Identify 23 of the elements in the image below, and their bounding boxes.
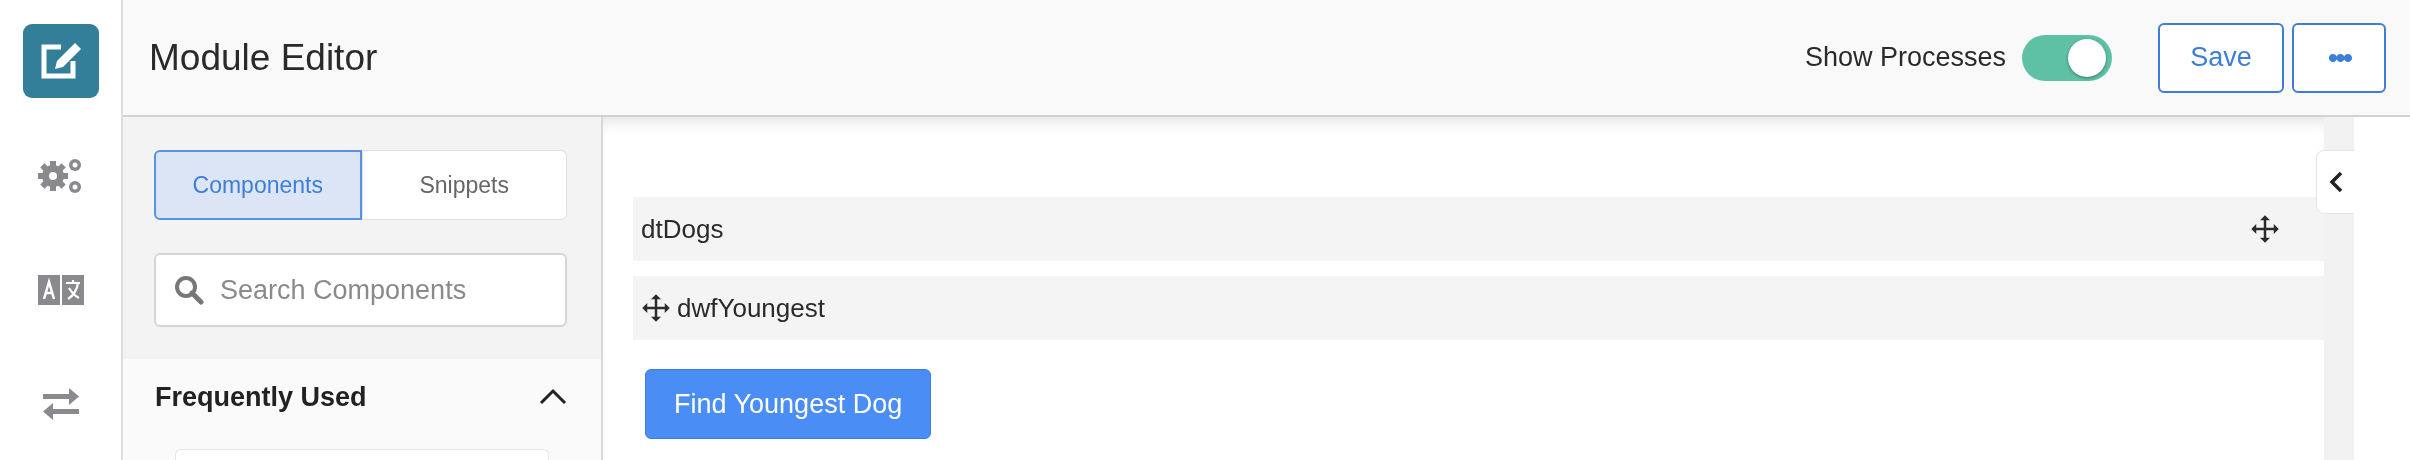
edit-nav-button[interactable] (22, 24, 99, 98)
section-title: Frequently Used (155, 381, 367, 413)
show-processes-toggle[interactable] (2022, 34, 2112, 81)
find-youngest-button[interactable]: Find Youngest Dog (645, 369, 932, 439)
gears-icon (37, 157, 84, 195)
search-field[interactable]: Search Components (154, 253, 567, 327)
page-title: Module Editor (149, 36, 379, 79)
move-icon[interactable] (2250, 214, 2280, 244)
move-icon[interactable] (641, 293, 671, 323)
save-button[interactable]: Save (2158, 22, 2284, 93)
chevron-left-icon (2328, 171, 2343, 193)
more-button[interactable]: ••• (2292, 22, 2386, 93)
component-name: dwfYoungest (677, 292, 826, 324)
collapse-button[interactable] (2316, 150, 2354, 214)
panel-tab[interactable]: Snippets (361, 150, 567, 220)
component-row[interactable]: dwfYoungest (633, 276, 2324, 340)
chevron-up-icon[interactable] (539, 388, 567, 406)
swap-icon (40, 387, 81, 421)
translate-icon (37, 275, 84, 305)
component-name: dtDogs (641, 213, 725, 245)
toggle-label: Show Processes (1804, 42, 2006, 73)
component-row[interactable]: dtDogs (633, 197, 2324, 261)
panel-tab[interactable]: Components (154, 150, 362, 220)
